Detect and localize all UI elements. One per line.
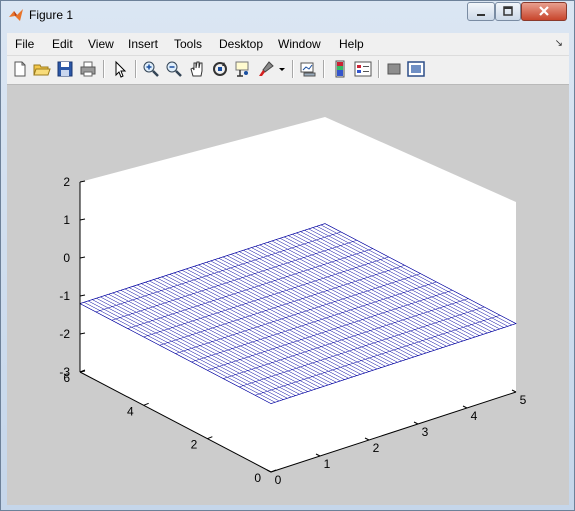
- window-title: Figure 1: [29, 8, 74, 22]
- close-button[interactable]: [521, 2, 567, 21]
- data-cursor-icon[interactable]: [233, 59, 253, 79]
- x-tick-label: 4: [471, 409, 478, 423]
- toolbar-separator: [103, 60, 105, 78]
- new-figure-icon[interactable]: [10, 59, 30, 79]
- open-file-icon[interactable]: [32, 59, 52, 79]
- print-icon[interactable]: [78, 59, 98, 79]
- pan-hand-icon[interactable]: [187, 59, 207, 79]
- menu-help[interactable]: Help: [339, 37, 364, 51]
- y-tick-label: 2: [191, 438, 198, 452]
- matlab-logo-icon: [8, 7, 24, 23]
- toolbar-separator: [323, 60, 325, 78]
- show-plot-tools-icon[interactable]: [406, 59, 426, 79]
- menu-file[interactable]: File: [15, 37, 34, 51]
- menu-bar: File Edit View Insert Tools Desktop Wind…: [7, 33, 569, 56]
- menu-desktop[interactable]: Desktop: [219, 37, 263, 51]
- zoom-out-icon[interactable]: [164, 59, 184, 79]
- title-bar[interactable]: Figure 1: [1, 1, 574, 29]
- x-tick-label: 0: [275, 473, 282, 487]
- y-tick-label: 4: [127, 404, 134, 418]
- menu-window[interactable]: Window: [278, 37, 321, 51]
- menu-insert[interactable]: Insert: [128, 37, 158, 51]
- x-tick-label: 1: [324, 457, 331, 471]
- toolbar-separator: [378, 60, 380, 78]
- toolbar-separator: [135, 60, 137, 78]
- brush-dropdown-icon[interactable]: [276, 59, 288, 79]
- zoom-in-icon[interactable]: [141, 59, 161, 79]
- x-tick-label: 5: [520, 393, 527, 407]
- plot-svg: 210-1-2-30246012345: [59, 117, 527, 487]
- z-tick-label: 1: [63, 213, 70, 227]
- x-tick-label: 2: [373, 441, 380, 455]
- menu-view[interactable]: View: [88, 37, 114, 51]
- z-tick-label: -1: [59, 289, 70, 303]
- y-tick-label: 6: [63, 371, 70, 385]
- figure-canvas[interactable]: 2 1 0 -1 -2 -3 0 2 4 6 0 1 2 3 4 5: [7, 85, 569, 505]
- y-tick-label: 0: [254, 471, 261, 485]
- legend-icon[interactable]: [353, 59, 373, 79]
- toolbar-separator: [292, 60, 294, 78]
- link-plot-icon[interactable]: [298, 59, 318, 79]
- rotate-3d-icon[interactable]: [210, 59, 230, 79]
- select-arrow-icon[interactable]: [110, 59, 130, 79]
- hide-plot-tools-icon[interactable]: [384, 59, 404, 79]
- colorbar-icon[interactable]: [330, 59, 350, 79]
- figure-toolbar: [7, 56, 569, 85]
- menu-tools[interactable]: Tools: [174, 37, 202, 51]
- minimize-button[interactable]: [467, 2, 495, 21]
- x-tick-label: 3: [422, 425, 429, 439]
- brush-icon[interactable]: [256, 59, 276, 79]
- z-tick-label: -2: [59, 327, 70, 341]
- save-icon[interactable]: [55, 59, 75, 79]
- menu-edit[interactable]: Edit: [52, 37, 73, 51]
- figure-window: Figure 1 File Edit View Insert Tools Des…: [0, 0, 575, 511]
- z-tick-label: 2: [63, 175, 70, 189]
- maximize-button[interactable]: [495, 2, 521, 21]
- z-tick-label: 0: [63, 251, 70, 265]
- menu-dock-arrow-icon[interactable]: ↘: [555, 38, 563, 49]
